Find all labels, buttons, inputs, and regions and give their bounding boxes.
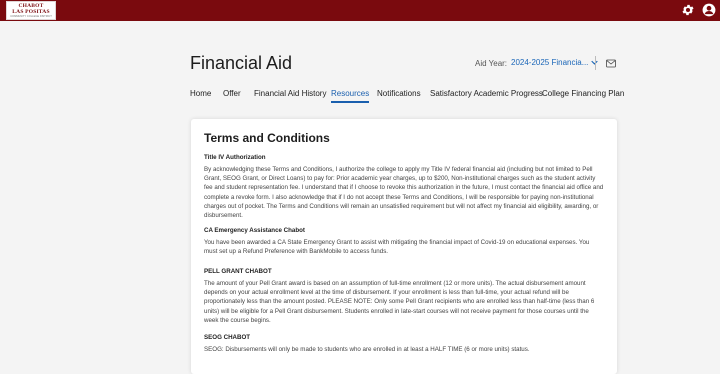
- tab-satisfactory-academic-progress[interactable]: Satisfactory Academic Progress: [430, 89, 543, 98]
- gear-icon[interactable]: [681, 3, 695, 17]
- section-heading-title-iv: Title IV Authorization: [204, 154, 266, 161]
- tab-resources[interactable]: Resources: [331, 89, 370, 103]
- tab-financial-aid-history[interactable]: Financial Aid History: [254, 89, 326, 98]
- section-body-pell-grant: The amount of your Pell Grant award is b…: [204, 280, 595, 324]
- aid-year-value: 2024-2025 Financia...: [511, 58, 589, 67]
- top-navigation-bar: CHABOT LAS POSITAS COMMUNITY COLLEGE DIS…: [0, 0, 720, 21]
- section-body-seog: SEOG: Disbursements will only be made to…: [204, 346, 530, 353]
- terms-title: Terms and Conditions: [204, 131, 330, 145]
- college-logo[interactable]: CHABOT LAS POSITAS COMMUNITY COLLEGE DIS…: [6, 1, 56, 20]
- page-title: Financial Aid: [190, 53, 293, 73]
- section-heading-seog: SEOG CHABOT: [204, 334, 251, 341]
- user-icon[interactable]: [702, 3, 716, 17]
- section-body-ca-emergency: You have been awarded a CA State Emergen…: [204, 239, 590, 256]
- tab-notifications[interactable]: Notifications: [377, 89, 421, 98]
- section-heading-ca-emergency: CA Emergency Assistance Chabot: [204, 227, 305, 234]
- section-body-title-iv: By acknowledging these Terms and Conditi…: [204, 166, 604, 220]
- tab-home[interactable]: Home: [190, 89, 211, 98]
- tab-offer[interactable]: Offer: [223, 89, 241, 98]
- terms-card: Terms and Conditions Title IV Authorizat…: [191, 119, 617, 374]
- logo-line-3: COMMUNITY COLLEGE DISTRICT: [10, 15, 52, 18]
- mail-icon[interactable]: [606, 59, 616, 68]
- tab-college-financing-plan[interactable]: College Financing Plan: [542, 89, 624, 98]
- header-divider: [595, 56, 596, 70]
- aid-year-label: Aid Year:: [475, 59, 508, 68]
- section-heading-pell-grant: PELL GRANT CHABOT: [204, 268, 272, 275]
- aid-year-dropdown[interactable]: 2024-2025 Financia...: [511, 58, 599, 67]
